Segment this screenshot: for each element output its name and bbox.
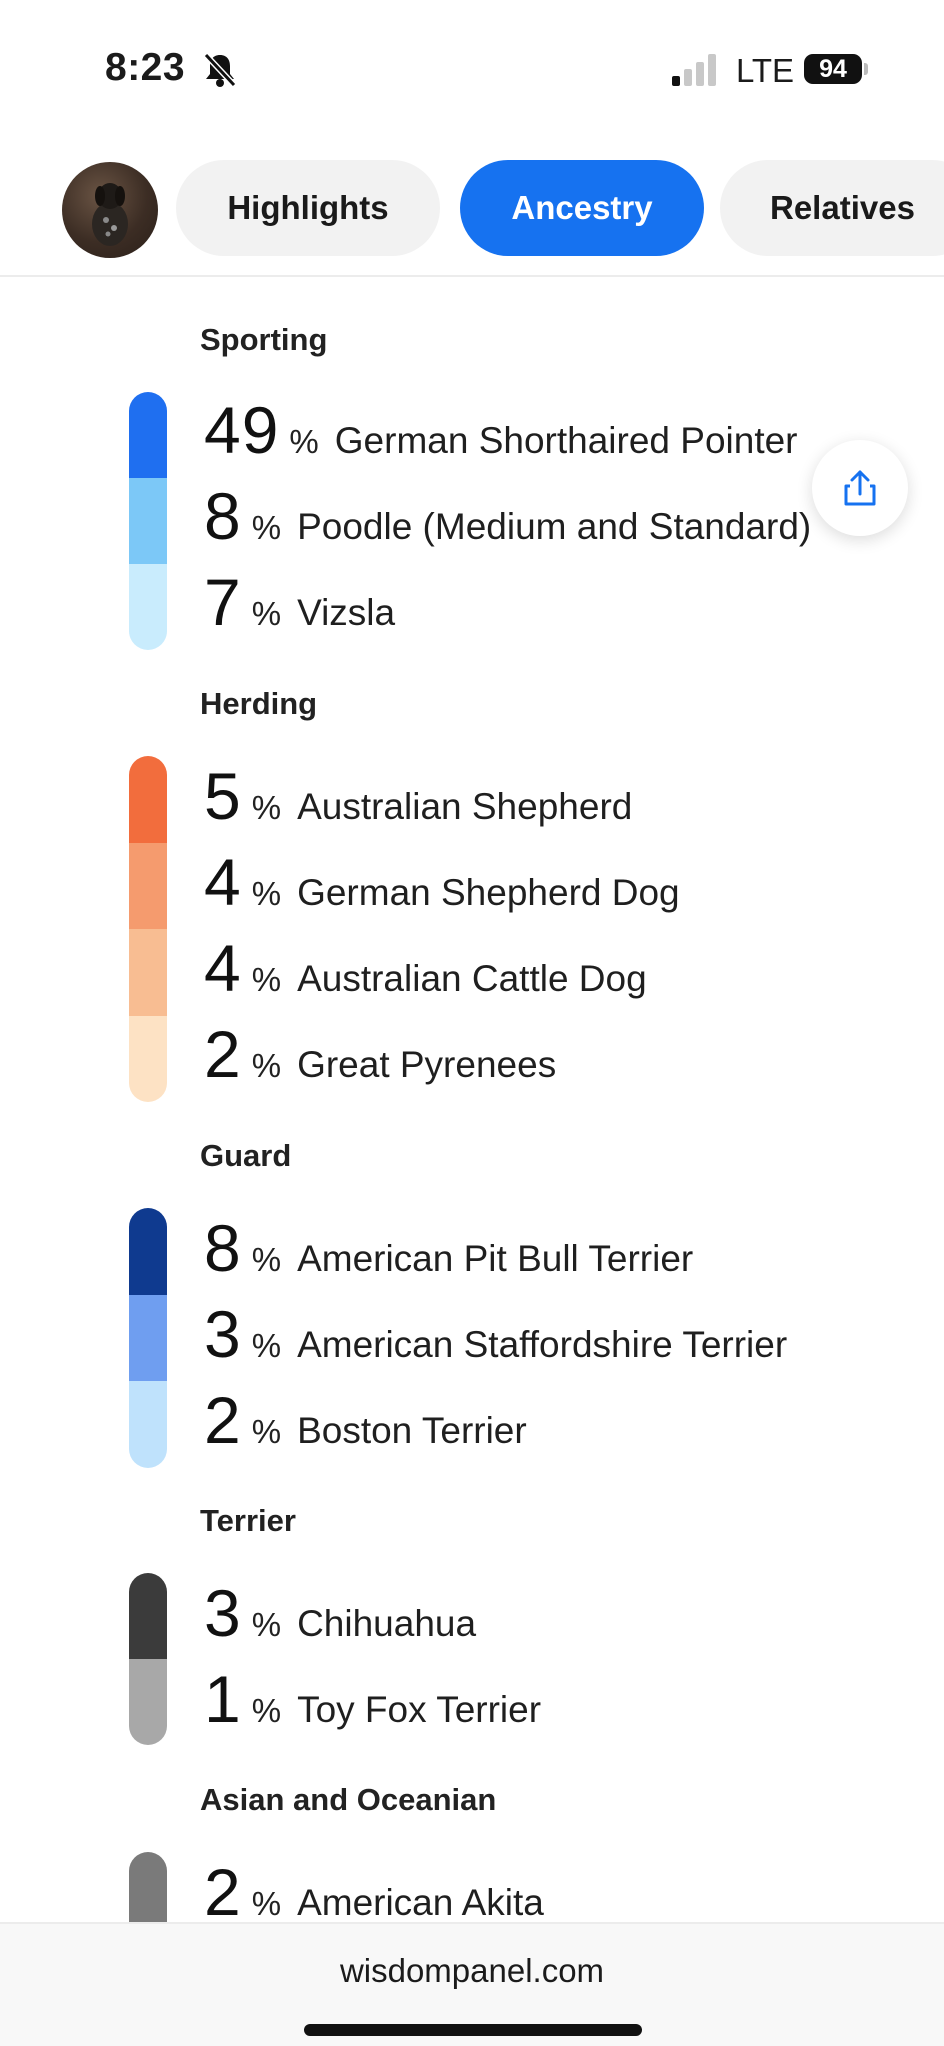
breed-name: German Shepherd Dog — [297, 872, 680, 913]
group-title-herding: Herding — [200, 686, 318, 721]
breed-percent: 8 — [204, 479, 242, 553]
breed-percent: 1 — [204, 1662, 242, 1736]
percent-sign: % — [251, 1606, 282, 1643]
breed-name: German Shorthaired Pointer — [334, 420, 798, 461]
bar-segment — [129, 1659, 167, 1745]
bar-segment — [129, 756, 167, 843]
breed-name: Toy Fox Terrier — [297, 1689, 542, 1730]
breed-row: 8% Poodle (Medium and Standard) — [204, 478, 811, 564]
dog-photo-icon — [92, 183, 128, 246]
breed-row: 4% Australian Cattle Dog — [204, 930, 647, 1016]
network-type: LTE — [736, 52, 795, 89]
bar-segment — [129, 564, 167, 650]
percent-sign: % — [251, 961, 282, 998]
percent-sign: % — [251, 789, 282, 826]
percent-sign: % — [251, 1692, 282, 1729]
breed-row: 8% American Pit Bull Terrier — [204, 1210, 693, 1296]
breed-row: 5% Australian Shepherd — [204, 758, 632, 844]
breed-bar-sporting — [129, 392, 167, 650]
percent-sign: % — [251, 1413, 282, 1450]
percent-sign: % — [289, 423, 319, 460]
share-icon — [844, 470, 876, 506]
bar-segment — [129, 1294, 167, 1382]
dog-avatar[interactable] — [62, 162, 158, 258]
status-time: 8:23 — [105, 46, 186, 89]
breed-percent: 4 — [204, 931, 242, 1005]
breed-row: 7% Vizsla — [204, 564, 395, 650]
breed-percent: 7 — [204, 565, 242, 639]
header-divider — [0, 275, 944, 277]
breed-name: Great Pyrenees — [297, 1044, 557, 1085]
bar-segment — [129, 392, 167, 478]
tab-highlights[interactable]: Highlights — [176, 160, 440, 256]
breed-percent: 2 — [204, 1855, 242, 1929]
tab-ancestry[interactable]: Ancestry — [460, 160, 704, 256]
breed-name: American Akita — [297, 1882, 544, 1923]
breed-row: 2% Boston Terrier — [204, 1382, 527, 1468]
url-text[interactable]: wisdompanel.com — [0, 1952, 944, 1990]
breed-row: 2% Great Pyrenees — [204, 1016, 556, 1102]
percent-sign: % — [251, 1885, 282, 1922]
breed-percent: 3 — [204, 1297, 242, 1371]
breed-bar-herding — [129, 756, 167, 1102]
breed-row: 49% German Shorthaired Pointer — [204, 392, 798, 478]
home-indicator[interactable] — [304, 2024, 642, 2036]
breed-name: Australian Shepherd — [297, 786, 633, 827]
percent-sign: % — [251, 875, 282, 912]
bar-segment — [129, 1381, 167, 1468]
breed-name: Vizsla — [297, 592, 396, 633]
battery-nub — [864, 63, 868, 75]
percent-sign: % — [251, 1327, 282, 1364]
bar-segment — [129, 842, 167, 929]
breed-row: 4% German Shepherd Dog — [204, 844, 680, 930]
breed-name: American Staffordshire Terrier — [297, 1324, 788, 1365]
bar-segment — [129, 1015, 167, 1102]
breed-percent: 4 — [204, 845, 242, 919]
percent-sign: % — [251, 1241, 282, 1278]
breed-row: 3% American Staffordshire Terrier — [204, 1296, 787, 1382]
breed-percent: 49 — [204, 393, 280, 467]
bell-slash-icon — [203, 52, 237, 88]
percent-sign: % — [251, 509, 282, 546]
bar-segment — [129, 478, 167, 564]
breed-name: Chihuahua — [297, 1603, 477, 1644]
breed-percent: 5 — [204, 759, 242, 833]
breed-bar-guard — [129, 1208, 167, 1468]
group-title-terrier: Terrier — [200, 1503, 296, 1538]
group-title-sporting: Sporting — [200, 322, 328, 357]
breed-percent: 3 — [204, 1576, 242, 1650]
breed-bar-terrier — [129, 1573, 167, 1745]
breed-percent: 2 — [204, 1383, 242, 1457]
breed-name: Australian Cattle Dog — [297, 958, 647, 999]
percent-sign: % — [251, 595, 282, 632]
tab-relatives[interactable]: Relatives — [720, 160, 944, 256]
bar-segment — [129, 929, 167, 1016]
breed-percent: 2 — [204, 1017, 242, 1091]
group-title-asian-oceanian: Asian and Oceanian — [200, 1782, 497, 1817]
breed-row: 1% Toy Fox Terrier — [204, 1661, 541, 1747]
bar-segment — [129, 1208, 167, 1295]
breed-percent: 8 — [204, 1211, 242, 1285]
battery-level: 94 — [804, 54, 862, 84]
bar-segment — [129, 1573, 167, 1659]
percent-sign: % — [251, 1047, 282, 1084]
browser-url-bar[interactable]: wisdompanel.com — [0, 1922, 944, 2046]
share-button[interactable] — [812, 440, 908, 536]
breed-name: Boston Terrier — [297, 1410, 527, 1451]
signal-icon — [672, 54, 716, 86]
breed-name: Poodle (Medium and Standard) — [297, 506, 812, 547]
group-title-guard: Guard — [200, 1138, 292, 1173]
breed-name: American Pit Bull Terrier — [297, 1238, 694, 1279]
ancestry-page: 8:23 LTE 94 Highlights Ancestry Relative… — [0, 0, 944, 2046]
breed-row: 3% Chihuahua — [204, 1575, 476, 1661]
